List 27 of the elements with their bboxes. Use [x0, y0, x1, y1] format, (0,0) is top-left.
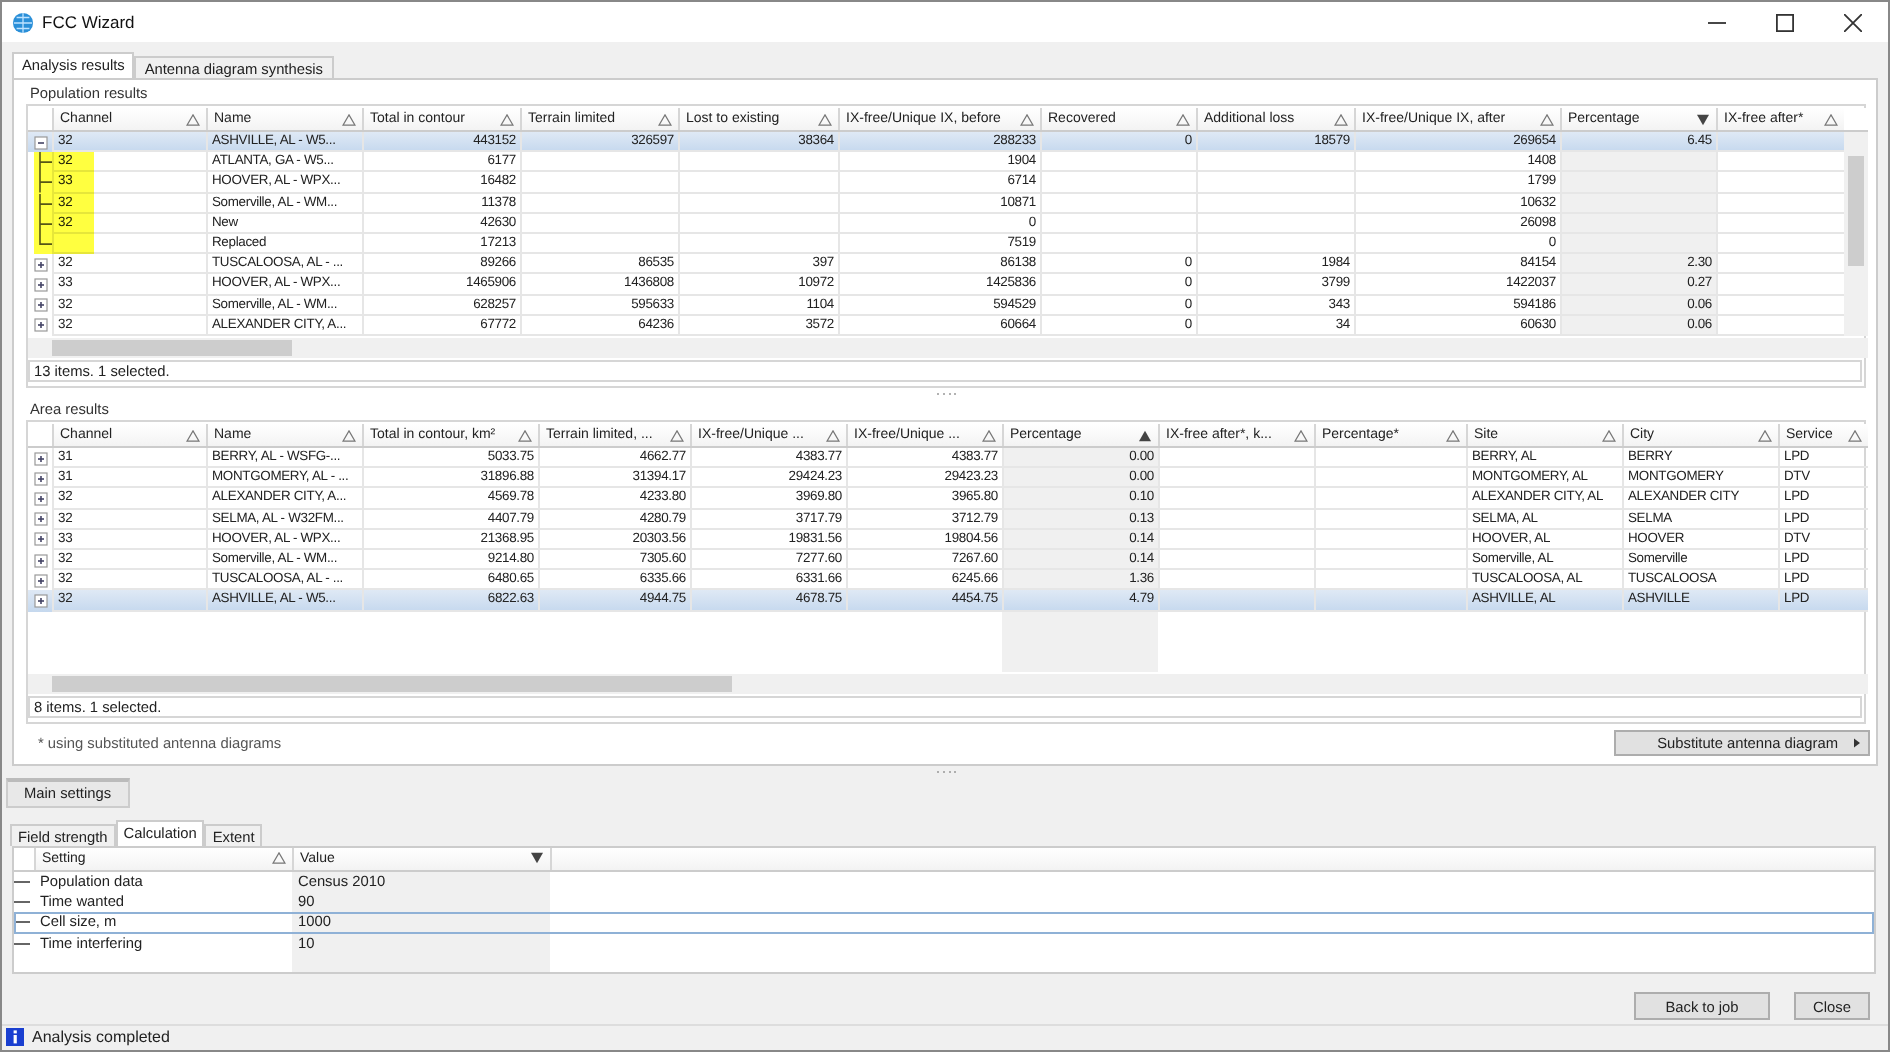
- horizontal-scrollbar[interactable]: [28, 674, 1868, 694]
- expand-icon[interactable]: [33, 257, 47, 272]
- expand-icon[interactable]: [33, 573, 47, 588]
- tree-line: [14, 941, 30, 946]
- expand-icon[interactable]: [33, 593, 47, 608]
- tree-line: [14, 920, 30, 925]
- expand-icon[interactable]: [33, 532, 47, 547]
- expand-icon[interactable]: [33, 512, 47, 527]
- status-text: Analysis completed: [32, 1028, 170, 1047]
- expand-icon[interactable]: [33, 277, 47, 292]
- close-icon[interactable]: [1844, 13, 1862, 31]
- caret-icon: [1854, 738, 1860, 748]
- collapse-icon[interactable]: [33, 135, 47, 150]
- expand-icon[interactable]: [33, 491, 47, 506]
- vertical-scrollbar[interactable]: [1844, 132, 1868, 336]
- expand-icon[interactable]: [33, 451, 47, 466]
- horizontal-scrollbar[interactable]: [28, 338, 1868, 358]
- expand-icon[interactable]: [33, 318, 47, 333]
- globe-icon: [12, 11, 34, 33]
- maximize-icon[interactable]: [1776, 13, 1794, 31]
- tree-line: [14, 900, 30, 905]
- window-title: FCC Wizard: [42, 12, 135, 32]
- expand-icon[interactable]: [33, 553, 47, 568]
- expand-icon[interactable]: [33, 298, 47, 313]
- info-icon: [6, 1028, 24, 1047]
- expand-icon[interactable]: [33, 471, 47, 486]
- tree-line: [14, 879, 30, 884]
